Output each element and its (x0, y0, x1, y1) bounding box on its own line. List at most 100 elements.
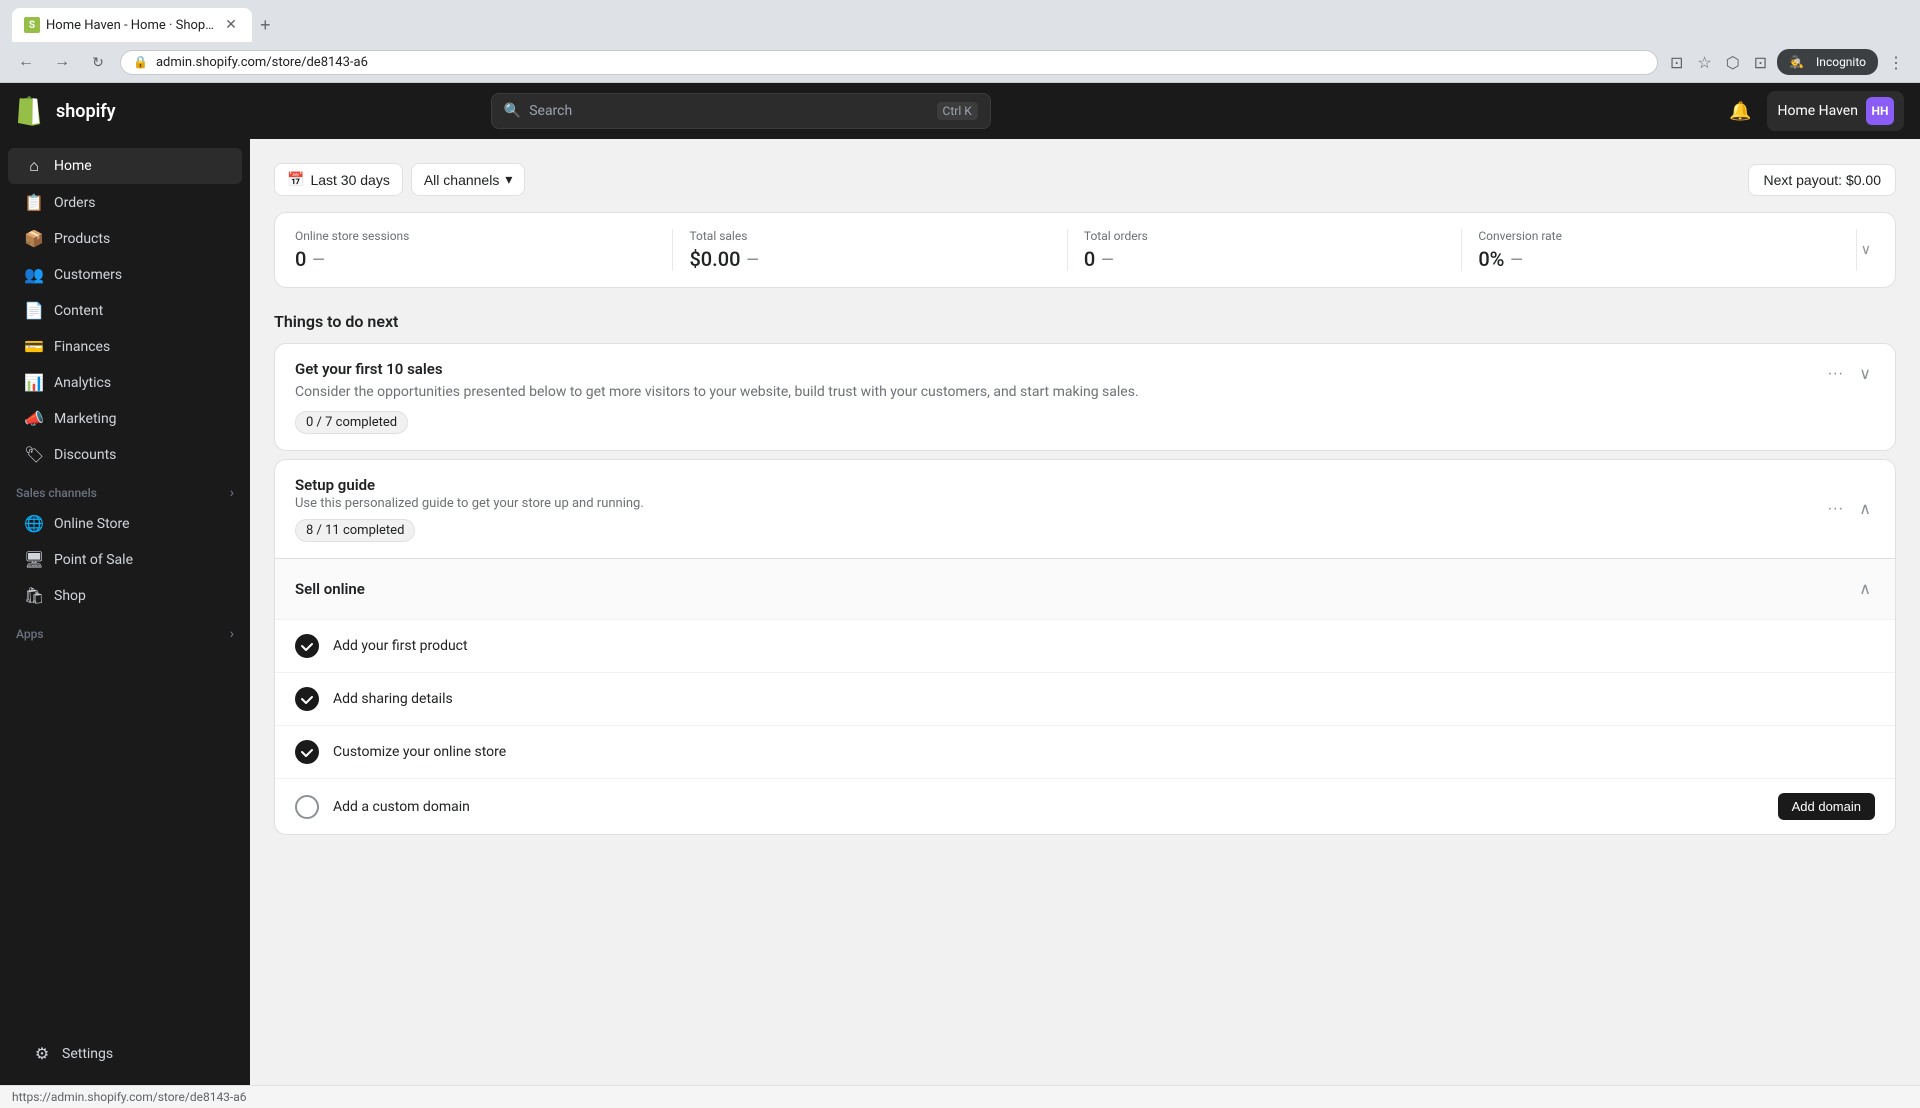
checklist-item-add-sharing[interactable]: Add sharing details (275, 672, 1895, 725)
notifications-bell[interactable]: 🔔 (1725, 97, 1755, 126)
sidebar-label-online-store: Online Store (54, 516, 130, 532)
browser-right-icons: ⊡ ☆ ⬡ ⊡ 🕵 Incognito ⋮ (1666, 49, 1908, 76)
lock-icon: 🔒 (133, 55, 148, 69)
customers-icon: 👥 (24, 265, 44, 284)
sidebar-item-point-of-sale[interactable]: 🖥 Point of Sale (8, 542, 242, 577)
sidebar: ⌂ Home 📋 Orders 📦 Products 👥 Customers 📄… (0, 139, 250, 1085)
conversion-rate-stat: Conversion rate 0% — (1462, 229, 1856, 271)
menu-icon[interactable]: ⋮ (1884, 49, 1908, 76)
status-bar: https://admin.shopify.com/store/de8143-a… (0, 1085, 1920, 1108)
filter-bar: 📅 Last 30 days All channels ▾ Next payou… (274, 163, 1896, 196)
channel-filter-button[interactable]: All channels ▾ (411, 163, 526, 196)
store-avatar: HH (1866, 97, 1894, 125)
total-orders-stat: Total orders 0 — (1068, 229, 1462, 271)
new-tab-button[interactable]: + (254, 9, 277, 42)
pos-icon: 🖥 (24, 550, 44, 569)
date-range-label: Last 30 days (310, 172, 389, 188)
extensions-icon[interactable]: ⬡ (1722, 49, 1744, 76)
tab-title: Home Haven - Home · Shopify (46, 18, 216, 33)
reload-button[interactable]: ↻ (84, 48, 112, 76)
sidebar-label-analytics: Analytics (54, 375, 111, 391)
shopify-logo[interactable]: shopify (16, 95, 116, 127)
checklist-label-add-sharing: Add sharing details (333, 691, 453, 707)
setup-guide-desc: Use this personalized guide to get your … (295, 496, 644, 511)
store-button[interactable]: Home Haven HH (1767, 91, 1904, 131)
sidebar-label-products: Products (54, 231, 110, 247)
sidebar-item-online-store[interactable]: 🌐 Online Store (8, 506, 242, 541)
checklist-label-add-domain: Add a custom domain (333, 799, 470, 815)
conversion-rate-label: Conversion rate (1478, 229, 1839, 243)
next-payout-text: Next payout: $0.00 (1763, 172, 1881, 188)
sidebar-item-content[interactable]: 📄 Content (8, 293, 242, 328)
date-range-button[interactable]: 📅 Last 30 days (274, 163, 403, 196)
sidebar-item-finances[interactable]: 💳 Finances (8, 329, 242, 364)
profile-icon[interactable]: ⊡ (1750, 49, 1771, 76)
active-browser-tab[interactable]: S Home Haven - Home · Shopify ✕ (12, 8, 252, 42)
total-sales-label: Total sales (689, 229, 1050, 243)
incognito-label: Incognito (1812, 51, 1870, 73)
setup-guide-header[interactable]: Setup guide Use this personalized guide … (275, 460, 1895, 558)
sidebar-item-orders[interactable]: 📋 Orders (8, 185, 242, 220)
setup-guide-card: Setup guide Use this personalized guide … (274, 459, 1896, 835)
bookmark-icon[interactable]: ☆ (1693, 49, 1715, 76)
section-title: Things to do next (274, 312, 1896, 331)
checklist-item-add-product[interactable]: Add your first product (275, 619, 1895, 672)
channel-dropdown-arrow: ▾ (505, 171, 512, 188)
sidebar-item-home[interactable]: ⌂ Home (8, 148, 242, 184)
tab-favicon: S (24, 17, 40, 33)
add-domain-action: Add domain (1778, 793, 1875, 820)
add-domain-button[interactable]: Add domain (1778, 793, 1875, 820)
sell-online-collapse-button[interactable]: ∧ (1855, 575, 1875, 603)
orders-icon: 📋 (24, 193, 44, 212)
setup-guide-actions: ··· ∧ (1823, 495, 1875, 523)
stats-expand-button[interactable]: ∨ (1857, 238, 1875, 262)
back-button[interactable]: ← (12, 48, 40, 76)
apps-label: Apps › (0, 614, 250, 646)
search-icon: 🔍 (504, 103, 521, 119)
sidebar-label-discounts: Discounts (54, 447, 116, 463)
first-sales-header: Get your first 10 sales Consider the opp… (275, 344, 1895, 450)
checkmark-icon-customize-store (300, 745, 314, 759)
checklist-item-add-domain[interactable]: Add a custom domain Add domain (275, 778, 1895, 834)
top-nav-right: 🔔 Home Haven HH (1725, 91, 1904, 131)
setup-guide-more-button[interactable]: ··· (1823, 496, 1847, 522)
main-layout: ⌂ Home 📋 Orders 📦 Products 👥 Customers 📄… (0, 139, 1920, 1085)
calendar-icon: 📅 (287, 171, 304, 188)
incognito-badge: 🕵 Incognito (1777, 49, 1878, 75)
analytics-icon: 📊 (24, 373, 44, 392)
setup-guide-collapse-button[interactable]: ∧ (1855, 495, 1875, 523)
search-bar[interactable]: 🔍 Search Ctrl K (491, 93, 991, 129)
online-sessions-stat: Online store sessions 0 — (295, 229, 673, 271)
store-name: Home Haven (1777, 103, 1858, 119)
checklist-label-add-product: Add your first product (333, 638, 468, 654)
forward-button[interactable]: → (48, 48, 76, 76)
first-sales-more-button[interactable]: ··· (1823, 361, 1847, 387)
sidebar-item-shop[interactable]: 🛍 Shop (8, 578, 242, 613)
apps-expand-icon[interactable]: › (230, 626, 234, 642)
sales-dash: — (746, 250, 758, 269)
home-icon: ⌂ (24, 156, 44, 176)
sidebar-item-products[interactable]: 📦 Products (8, 221, 242, 256)
tab-close-button[interactable]: ✕ (222, 16, 240, 34)
filter-left: 📅 Last 30 days All channels ▾ (274, 163, 525, 196)
first-sales-collapse-button[interactable]: ∨ (1855, 360, 1875, 388)
checklist-item-customize-store[interactable]: Customize your online store (275, 725, 1895, 778)
address-bar[interactable]: 🔒 admin.shopify.com/store/de8143-a6 (120, 50, 1658, 75)
address-text: admin.shopify.com/store/de8143-a6 (156, 55, 1645, 70)
sidebar-label-orders: Orders (54, 195, 96, 211)
next-payout-button[interactable]: Next payout: $0.00 (1748, 164, 1896, 196)
checklist-label-customize-store: Customize your online store (333, 744, 506, 760)
discounts-icon: 🏷 (24, 445, 44, 464)
sales-channels-expand-icon[interactable]: › (230, 485, 234, 501)
first-sales-title: Get your first 10 sales (295, 360, 1811, 378)
sell-online-section-header[interactable]: Sell online ∧ (275, 558, 1895, 619)
finances-icon: 💳 (24, 337, 44, 356)
sidebar-item-settings[interactable]: ⚙ Settings (16, 1036, 250, 1071)
online-sessions-label: Online store sessions (295, 229, 656, 243)
sidebar-item-marketing[interactable]: 📣 Marketing (8, 401, 242, 436)
cast-icon[interactable]: ⊡ (1666, 49, 1687, 76)
sidebar-item-analytics[interactable]: 📊 Analytics (8, 365, 242, 400)
sidebar-item-customers[interactable]: 👥 Customers (8, 257, 242, 292)
browser-tabs: S Home Haven - Home · Shopify ✕ + (12, 8, 1908, 42)
sidebar-item-discounts[interactable]: 🏷 Discounts (8, 437, 242, 472)
